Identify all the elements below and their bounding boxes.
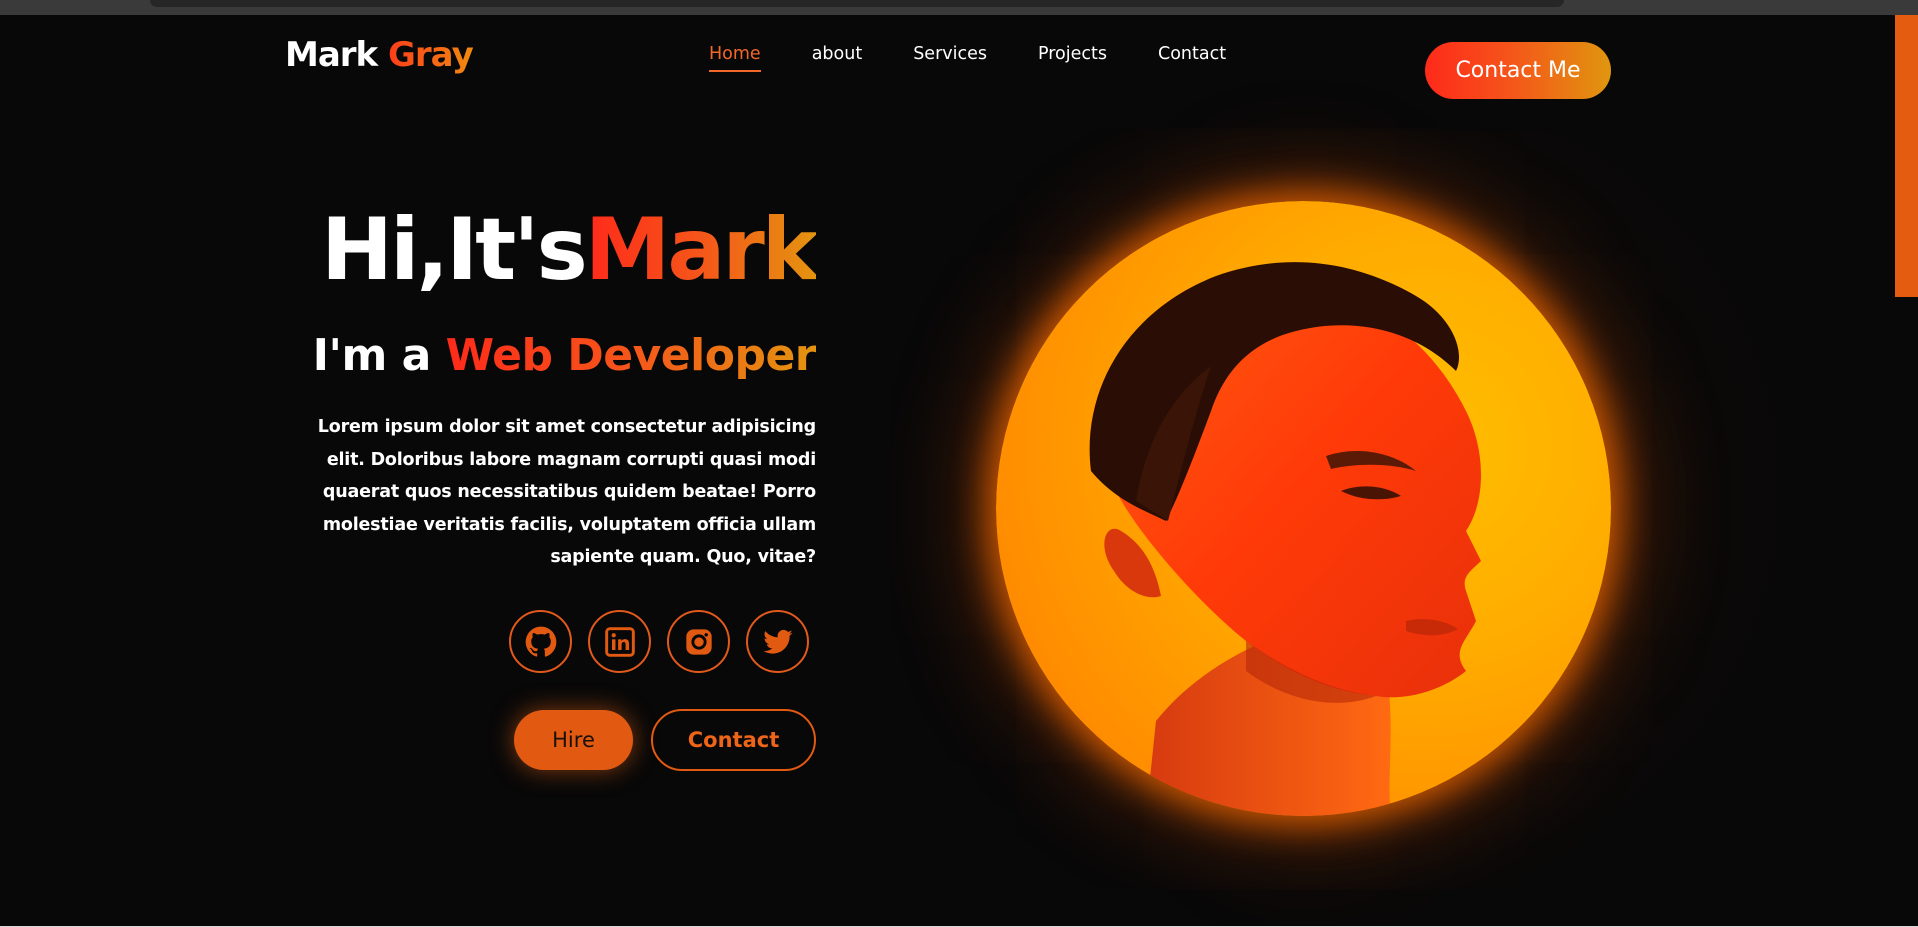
github-link[interactable]	[509, 610, 572, 673]
twitter-link[interactable]	[746, 610, 809, 673]
contact-me-button[interactable]: Contact Me	[1425, 42, 1611, 99]
twitter-icon	[762, 629, 793, 654]
portrait-illustration	[1089, 262, 1481, 816]
hero-name: Mark	[584, 200, 819, 300]
nav-item-home[interactable]: Home	[709, 44, 761, 72]
brand-logo[interactable]: Mark Gray	[285, 35, 474, 75]
linkedin-link[interactable]	[588, 610, 651, 673]
contact-button[interactable]: Contact	[651, 709, 816, 771]
linkedin-icon	[604, 626, 635, 657]
nav-item-projects[interactable]: Projects	[1038, 44, 1107, 72]
instagram-link[interactable]	[667, 610, 730, 673]
main-nav: Home about Services Projects Contact	[709, 44, 1277, 72]
nav-item-about[interactable]: about	[812, 44, 863, 72]
brand-last-name: Gray	[388, 35, 474, 75]
browser-top-bar	[0, 0, 1918, 15]
github-icon	[525, 626, 556, 657]
hero-intro-text: Lorem ipsum dolor sit amet consectetur a…	[317, 417, 816, 567]
hire-button[interactable]: Hire	[514, 710, 633, 770]
greeting-text: Hi,It's	[321, 200, 588, 300]
nav-item-services[interactable]: Services	[913, 44, 987, 72]
address-bar-strip	[150, 0, 1564, 7]
portrait-photo	[996, 201, 1611, 816]
scrollbar-thumb[interactable]	[1895, 15, 1918, 297]
role-prefix: I'm a	[312, 330, 432, 381]
social-links	[509, 610, 809, 673]
hero-page: Mark Gray Home about Services Projects C…	[0, 15, 1918, 927]
nav-item-contact[interactable]: Contact	[1158, 44, 1226, 72]
hero-greeting: Hi,It'sMark	[321, 200, 819, 300]
brand-first-name: Mark	[285, 35, 378, 75]
role-title: Web Developer	[445, 330, 817, 381]
instagram-icon	[685, 628, 712, 655]
hero-role: I'm a Web Developer	[312, 330, 817, 381]
